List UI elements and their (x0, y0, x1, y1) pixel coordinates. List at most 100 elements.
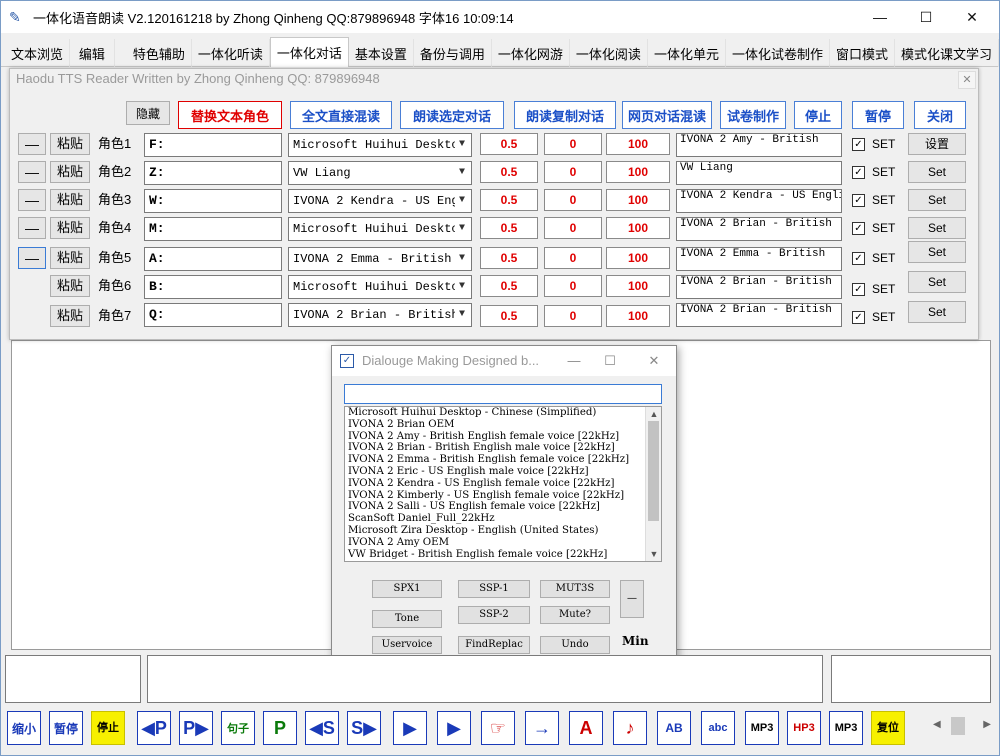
pitch-field[interactable]: 0 (544, 161, 602, 183)
list-item[interactable]: IVONA 2 Amy - British English female voi… (345, 431, 661, 443)
set-button[interactable]: Set (908, 241, 966, 263)
tone-button[interactable]: Tone (372, 610, 442, 628)
read-selected-button[interactable]: 朗读选定对话 (400, 101, 504, 129)
tab-window-mode[interactable]: 窗口模式 (830, 39, 895, 67)
pitch-field[interactable]: 0 (544, 189, 602, 211)
bottom-middle-box[interactable] (147, 655, 823, 703)
pause-button[interactable]: 暂停 (852, 101, 904, 129)
play-circle-icon[interactable]: ▶ (437, 711, 471, 745)
tab-reading[interactable]: 一体化阅读 (570, 39, 648, 67)
tab-basic-settings[interactable]: 基本设置 (349, 39, 414, 67)
paste-button[interactable]: 粘贴 (50, 161, 90, 183)
list-item[interactable]: IVONA 2 Amy OEM (345, 537, 661, 549)
dash-button[interactable]: — (620, 580, 644, 618)
scroll-right-icon[interactable]: ▶ (983, 719, 991, 730)
spx1-button[interactable]: SPX1 (372, 580, 442, 598)
scroll-thumb[interactable] (648, 421, 659, 521)
hp3-icon[interactable]: HP3 (787, 711, 821, 745)
tab-unit[interactable]: 一体化单元 (648, 39, 726, 67)
ssp1-button[interactable]: SSP-1 (458, 580, 530, 598)
list-item[interactable]: VW Bridget - British English female voic… (345, 549, 661, 561)
voice-select[interactable]: IVONA 2 Brian - British ▼ (288, 303, 472, 327)
paste-button[interactable]: 粘贴 (50, 217, 90, 239)
remove-role-button[interactable]: — (18, 247, 46, 269)
paste-button[interactable]: 粘贴 (50, 247, 90, 269)
prev-sentence-icon[interactable]: ◀S (305, 711, 339, 745)
mp3-icon[interactable]: MP3 (745, 711, 779, 745)
set-checkbox[interactable]: ✓ (852, 311, 865, 324)
ab-people-icon[interactable]: AB (657, 711, 691, 745)
voice-list-scrollbar[interactable]: ▲ ▼ (645, 407, 661, 561)
set-checkbox[interactable]: ✓ (852, 222, 865, 235)
voice-name-box[interactable]: IVONA 2 Brian - British (676, 275, 842, 299)
dialog-close-button[interactable]: ✕ (642, 350, 666, 372)
voice-filter-input[interactable] (344, 384, 662, 404)
list-item[interactable]: IVONA 2 Brian - British English male voi… (345, 442, 661, 454)
tab-backup[interactable]: 备份与调用 (414, 39, 492, 67)
tab-net-game[interactable]: 一体化网游 (492, 39, 570, 67)
voice-select[interactable]: IVONA 2 Emma - British E ▼ (288, 247, 472, 271)
set-button[interactable]: Set (908, 217, 966, 239)
rate-field[interactable]: 0.5 (480, 275, 538, 297)
music-people-icon[interactable]: ♪ (613, 711, 647, 745)
remove-role-button[interactable]: — (18, 217, 46, 239)
stop-icon[interactable]: 停止 (91, 711, 125, 745)
list-item[interactable]: IVONA 2 Brian OEM (345, 419, 661, 431)
set-button[interactable]: Set (908, 301, 966, 323)
rate-field[interactable]: 0.5 (480, 247, 538, 269)
set-checkbox[interactable]: ✓ (852, 252, 865, 265)
play-icon[interactable]: ▶ (393, 711, 427, 745)
volume-field[interactable]: 100 (606, 217, 670, 239)
role-prefix-input[interactable]: F: (144, 133, 282, 157)
maximize-button[interactable]: ☐ (903, 1, 949, 33)
list-item[interactable]: IVONA 2 Kimberly - US English female voi… (345, 490, 661, 502)
paste-button[interactable]: 粘贴 (50, 275, 90, 297)
set-checkbox[interactable]: ✓ (852, 138, 865, 151)
scroll-left-icon[interactable]: ◀ (933, 719, 941, 730)
panel-close-icon[interactable]: ✕ (958, 71, 976, 89)
volume-field[interactable]: 100 (606, 189, 670, 211)
shrink-icon[interactable]: 缩小 (7, 711, 41, 745)
role-prefix-input[interactable]: Z: (144, 161, 282, 185)
list-item[interactable]: Microsoft Huihui Desktop - Chinese (Simp… (345, 407, 661, 419)
dialog-minimize-button[interactable]: — (562, 350, 586, 372)
role-prefix-input[interactable]: A: (144, 247, 282, 271)
voice-name-box[interactable]: IVONA 2 Amy - British (676, 133, 842, 157)
list-item[interactable]: Microsoft Zira Desktop - English (United… (345, 525, 661, 537)
replace-role-button[interactable]: 替换文本角色 (178, 101, 282, 129)
set-checkbox[interactable]: ✓ (852, 194, 865, 207)
volume-field[interactable]: 100 (606, 133, 670, 155)
set-checkbox[interactable]: ✓ (852, 283, 865, 296)
role-prefix-input[interactable]: W: (144, 189, 282, 213)
pause-icon[interactable]: 暂停 (49, 711, 83, 745)
pitch-field[interactable]: 0 (544, 217, 602, 239)
undo-button[interactable]: Undo (540, 636, 610, 654)
hide-button[interactable]: 隐藏 (126, 101, 170, 125)
set-button[interactable]: 设置 (908, 133, 966, 155)
tab-dialogue[interactable]: 一体化对话 (269, 37, 349, 67)
mute-button[interactable]: Mute? (540, 606, 610, 624)
horizontal-scrollbar[interactable]: ◀ ▶ (929, 717, 995, 735)
volume-field[interactable]: 100 (606, 161, 670, 183)
scroll-up-icon[interactable]: ▲ (646, 407, 661, 421)
sentence-icon[interactable]: 句子 (221, 711, 255, 745)
tab-feature-assist[interactable]: 特色辅助 (115, 39, 192, 67)
list-item[interactable]: IVONA 2 Eric - US English male voice [22… (345, 466, 661, 478)
voice-name-box[interactable]: VW Liang (676, 161, 842, 185)
remove-role-button[interactable]: — (18, 133, 46, 155)
list-item[interactable]: IVONA 2 Kendra - US English female voice… (345, 478, 661, 490)
pitch-field[interactable]: 0 (544, 275, 602, 297)
minimize-button[interactable]: — (857, 1, 903, 33)
prev-paragraph-icon[interactable]: ◀P (137, 711, 171, 745)
voice-name-box[interactable]: IVONA 2 Brian - British (676, 217, 842, 241)
paste-button[interactable]: 粘贴 (50, 189, 90, 211)
reset-icon[interactable]: 复位 (871, 711, 905, 745)
remove-role-button[interactable]: — (18, 161, 46, 183)
mut3s-button[interactable]: MUT3S (540, 580, 610, 598)
pitch-field[interactable]: 0 (544, 133, 602, 155)
goto-icon[interactable]: → (525, 711, 559, 745)
mp3-merge-icon[interactable]: MP3 (829, 711, 863, 745)
rate-field[interactable]: 0.5 (480, 305, 538, 327)
tab-listen[interactable]: 一体化听读 (192, 39, 270, 67)
voice-name-box[interactable]: IVONA 2 Kendra - US English (676, 189, 842, 213)
